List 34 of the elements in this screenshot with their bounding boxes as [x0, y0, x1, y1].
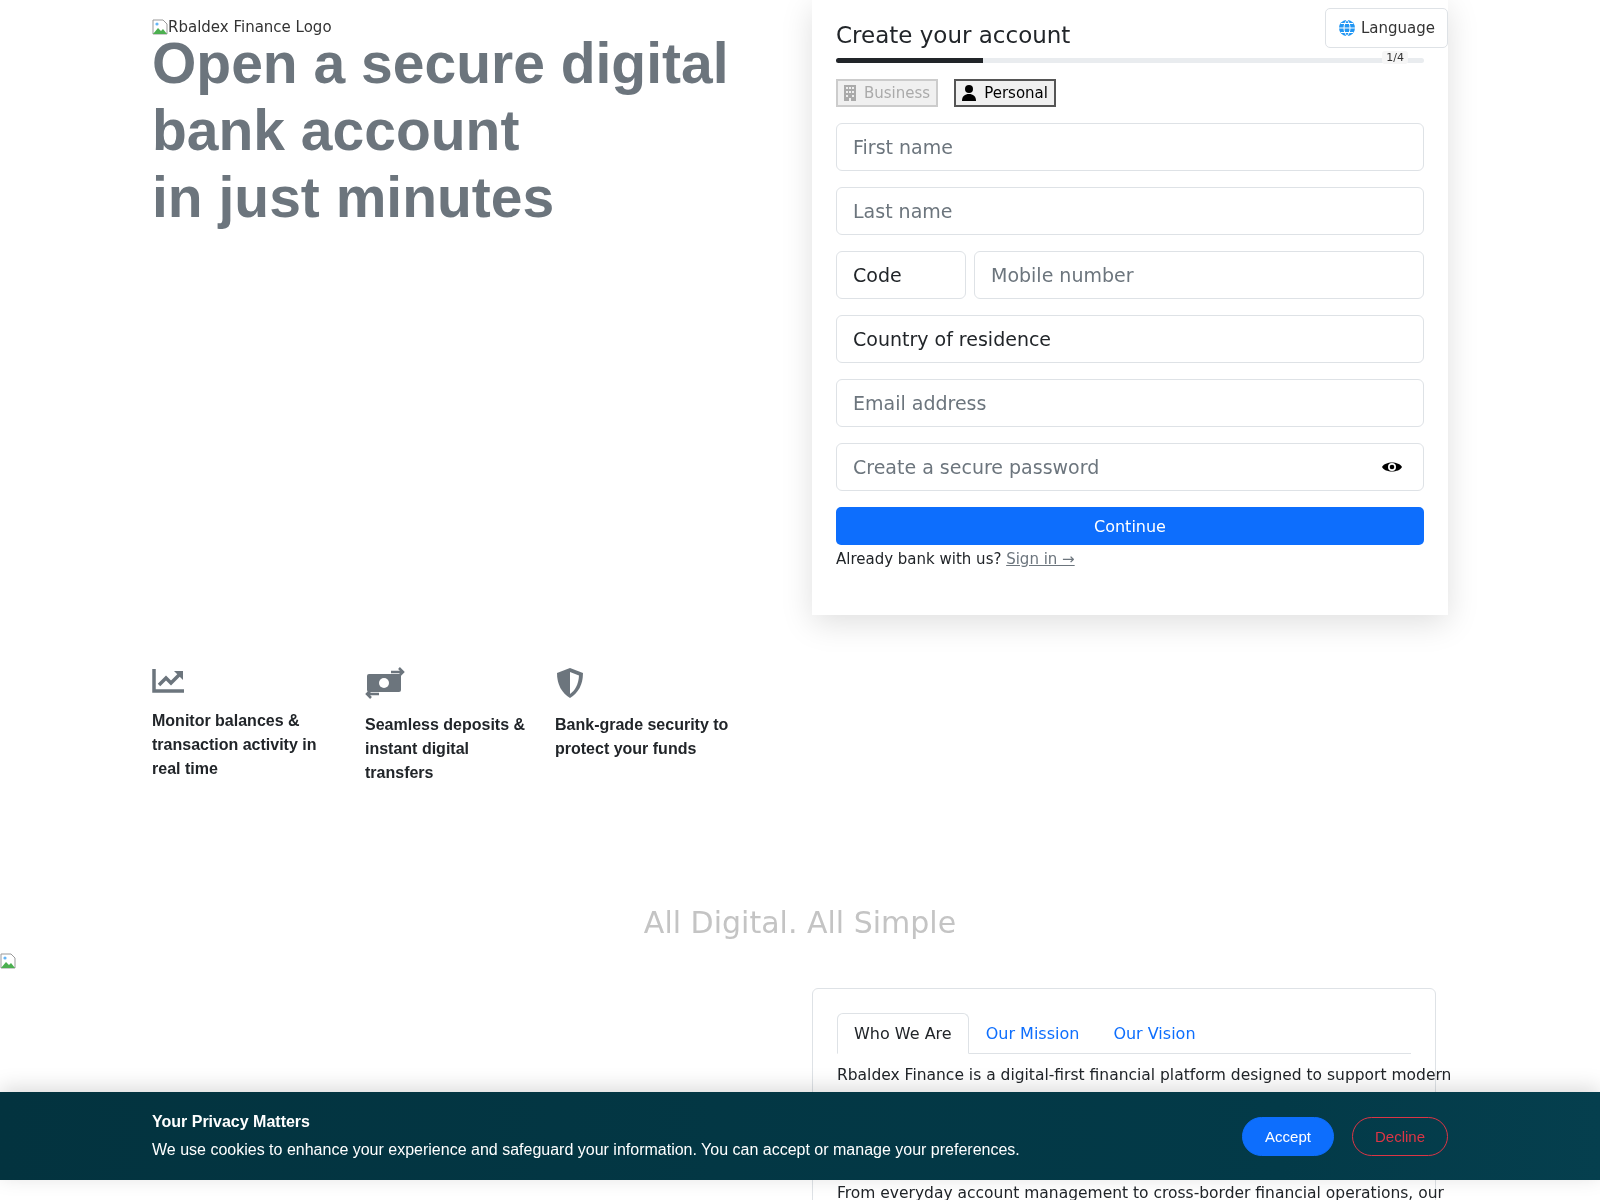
building-icon	[844, 85, 856, 101]
line-chart-icon	[152, 667, 186, 695]
globe-icon	[1337, 19, 1356, 37]
section-title: All Digital. All Simple	[643, 905, 957, 940]
about-tab[interactable]: Who We Are	[837, 1013, 969, 1054]
broken-image-icon	[0, 953, 16, 969]
broken-image-icon	[152, 19, 168, 35]
input-field[interactable]: Email address	[836, 379, 1424, 427]
cookie-title: Your Privacy Matters	[152, 1113, 310, 1131]
cookie-text: We use cookies to enhance your experience and safeguard your information. You can accept or manage your preferences.	[152, 1141, 1020, 1159]
input-field[interactable]: Mobile number	[974, 251, 1424, 299]
continue-button[interactable]: Continue	[836, 507, 1424, 545]
password-field[interactable]: Create a secure password	[836, 443, 1424, 491]
input-field[interactable]: First name	[836, 123, 1424, 171]
feature-text: Bank-grade security to protect your funds	[555, 715, 729, 759]
money-transfer-icon	[365, 667, 405, 699]
signin-link[interactable]: Sign in →	[1006, 550, 1075, 568]
accept-button[interactable]: Accept	[1242, 1116, 1334, 1156]
about-tab[interactable]: Our Mission	[968, 1013, 1097, 1054]
eye-icon[interactable]	[1382, 460, 1402, 474]
shield-icon	[555, 667, 585, 699]
person-icon	[962, 85, 977, 101]
language-button[interactable]: Language	[1324, 8, 1448, 48]
about-tab[interactable]: Our Vision	[1096, 1013, 1213, 1054]
input-field[interactable]: Last name	[836, 187, 1424, 235]
code-select[interactable]: Code	[836, 251, 966, 299]
country-select[interactable]: Country of residence	[836, 315, 1424, 363]
account-type-toggle[interactable]: Personal	[954, 79, 1056, 107]
step-counter: 1/4	[1382, 51, 1408, 64]
signin-prompt: Already bank with us? Sign in →	[836, 550, 1075, 568]
about-text: Rbaldex Finance is a digital-first financial platform designed to support modern	[837, 1066, 1452, 1084]
feature-text: Seamless deposits & instant digital transfers	[365, 715, 527, 783]
feature-text: Monitor balances & transaction activity in real time	[152, 711, 317, 779]
form-title: Create your account	[836, 22, 1071, 48]
